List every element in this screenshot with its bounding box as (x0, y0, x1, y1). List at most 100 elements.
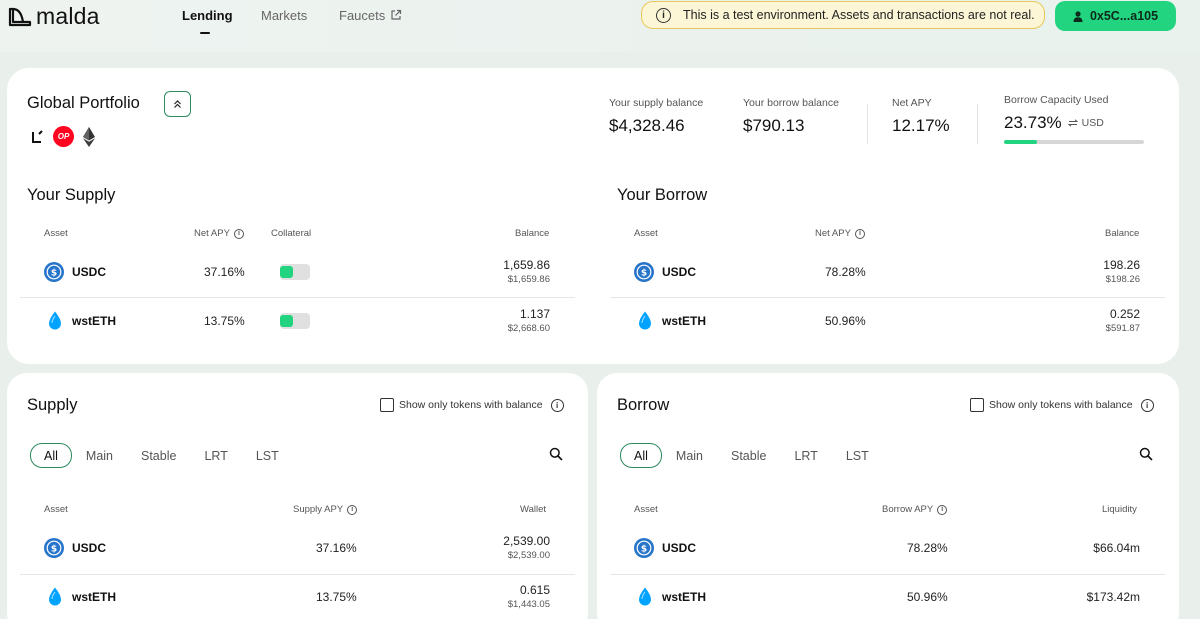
global-portfolio-title: Global Portfolio (27, 94, 140, 112)
borrow-row-wsteth-asset[interactable]: wstETH (636, 587, 706, 607)
supply-row-usdc-asset[interactable]: $ USDC (44, 538, 106, 558)
your-borrow-row-usdc-asset[interactable]: $ USDC (634, 262, 696, 282)
borrow-capacity-value: 23.73% (1004, 113, 1062, 132)
chevrons-up-icon (174, 100, 181, 108)
borrow-balance-filter[interactable]: Show only tokens with balance i (970, 398, 1154, 412)
supply-balance-stat: Your supply balance $4,328.46 (609, 97, 703, 136)
top-navigation-bar: malda Lending Markets Faucets i This is … (0, 0, 1200, 52)
nav-faucets-label: Faucets (339, 8, 386, 23)
row-divider (20, 574, 575, 575)
borrow-usdc-apy: 78.28% (907, 541, 948, 555)
collateral-toggle-wsteth[interactable] (280, 313, 310, 329)
balance-amount: 0.252 (1109, 307, 1140, 321)
tab-main[interactable]: Main (72, 443, 127, 468)
supply-row-wsteth-asset[interactable]: wstETH (46, 587, 116, 607)
liquidity-amount: $173.42m (1086, 590, 1140, 604)
tab-stable[interactable]: Stable (717, 443, 780, 468)
nav-lending[interactable]: Lending (182, 8, 242, 36)
your-borrow-usdc-balance: 198.26 $198.26 (1020, 258, 1140, 285)
tab-main[interactable]: Main (662, 443, 717, 468)
malda-logo-icon (8, 7, 32, 27)
your-supply-wsteth-balance: 1.137 $2,668.60 (430, 307, 550, 334)
malda-logo[interactable]: malda (8, 3, 100, 29)
asset-name: USDC (662, 541, 697, 555)
tab-all[interactable]: All (620, 443, 662, 468)
borrow-capacity-fill (1004, 140, 1038, 144)
wallet-amount: 2,539.00 (503, 534, 550, 548)
nav-faucets[interactable]: Faucets (339, 8, 419, 36)
supply-wallet-header: Wallet (520, 504, 547, 515)
info-icon[interactable]: i (347, 504, 358, 515)
balance-usd: $2,668.60 (507, 323, 550, 334)
wallet-amount: 0.615 (519, 583, 550, 597)
supply-balance-filter[interactable]: Show only tokens with balance i (380, 398, 564, 412)
supply-wsteth-apy: 13.75% (316, 590, 357, 604)
borrow-row-usdc-asset[interactable]: $ USDC (634, 538, 696, 558)
asset-name: wstETH (662, 314, 707, 328)
your-supply-title: Your Supply (27, 186, 116, 204)
info-icon[interactable]: i (854, 228, 865, 239)
your-borrow-apy-header: Net APY i (815, 228, 865, 239)
wsteth-icon (49, 587, 61, 606)
borrow-balance-label: Your borrow balance (743, 97, 839, 109)
search-icon[interactable] (549, 447, 563, 461)
balance-amount: 1,659.86 (503, 258, 550, 272)
supply-usdc-apy: 37.16% (316, 541, 357, 555)
borrow-market-title: Borrow (617, 396, 670, 414)
your-borrow-wsteth-apy: 50.96% (825, 314, 866, 328)
tab-lst[interactable]: LST (242, 443, 293, 468)
toggle-knob (280, 266, 293, 278)
tab-lrt[interactable]: LRT (780, 443, 831, 468)
collapse-portfolio-button[interactable] (164, 91, 191, 117)
your-borrow-wsteth-balance: 0.252 $591.87 (1020, 307, 1140, 334)
your-supply-row-wsteth-asset[interactable]: wstETH (46, 311, 116, 331)
chain-icons: OP (31, 126, 96, 147)
balance-filter-checkbox[interactable] (970, 398, 984, 412)
supply-category-tabs: All Main Stable LRT LST (30, 443, 293, 468)
borrow-market-card: Borrow Show only tokens with balance i A… (597, 373, 1179, 619)
info-icon[interactable]: i (233, 228, 244, 239)
your-supply-usdc-apy: 37.16% (204, 265, 245, 279)
supply-asset-header: Asset (44, 504, 68, 515)
your-supply-usdc-balance: 1,659.86 $1,659.86 (430, 258, 550, 285)
asset-name: USDC (72, 541, 107, 555)
your-supply-wsteth-apy: 13.75% (204, 314, 245, 328)
borrow-balance-stat: Your borrow balance $790.13 (743, 97, 839, 136)
balance-usd: $1,659.86 (507, 274, 550, 285)
row-divider (610, 297, 1165, 298)
net-apy-stat: Net APY 12.17% (892, 97, 950, 136)
balance-amount: 198.26 (1103, 258, 1140, 272)
balance-filter-checkbox[interactable] (380, 398, 394, 412)
info-icon[interactable]: i (1140, 398, 1154, 412)
tab-all[interactable]: All (30, 443, 72, 468)
svg-text:$: $ (51, 545, 57, 555)
your-borrow-row-wsteth-asset[interactable]: wstETH (636, 311, 706, 331)
wallet-address-button[interactable]: 0x5C...a105 (1055, 1, 1176, 31)
your-borrow-balance-header: Balance (1105, 228, 1140, 239)
collateral-toggle-usdc[interactable] (280, 264, 310, 280)
row-divider (610, 574, 1165, 575)
usdc-icon: $ (634, 538, 654, 558)
tab-lrt[interactable]: LRT (190, 443, 241, 468)
your-supply-balance-header: Balance (515, 228, 550, 239)
info-icon[interactable]: i (937, 504, 948, 515)
tab-stable[interactable]: Stable (127, 443, 190, 468)
search-icon[interactable] (1139, 447, 1153, 461)
borrow-category-tabs: All Main Stable LRT LST (620, 443, 883, 468)
banner-text: This is a test environment. Assets and t… (683, 8, 1035, 22)
supply-balance-value: $4,328.46 (609, 116, 685, 135)
svg-text:$: $ (641, 269, 647, 279)
supply-usdc-wallet: 2,539.00 $2,539.00 (430, 534, 550, 561)
your-supply-row-usdc-asset[interactable]: $ USDC (44, 262, 106, 282)
swap-icon (1067, 119, 1078, 127)
wallet-address: 0x5C...a105 (1089, 9, 1159, 23)
asset-name: wstETH (72, 314, 117, 328)
your-supply-asset-header: Asset (44, 228, 68, 239)
borrow-capacity-stat: Borrow Capacity Used 23.73% USD (1004, 94, 1144, 144)
currency-switch[interactable]: USD (1067, 117, 1104, 129)
nav-markets[interactable]: Markets (261, 8, 321, 36)
tab-lst[interactable]: LST (832, 443, 883, 468)
svg-text:$: $ (641, 545, 647, 555)
your-supply-apy-header-label: Net APY (194, 228, 230, 239)
info-icon[interactable]: i (550, 398, 564, 412)
